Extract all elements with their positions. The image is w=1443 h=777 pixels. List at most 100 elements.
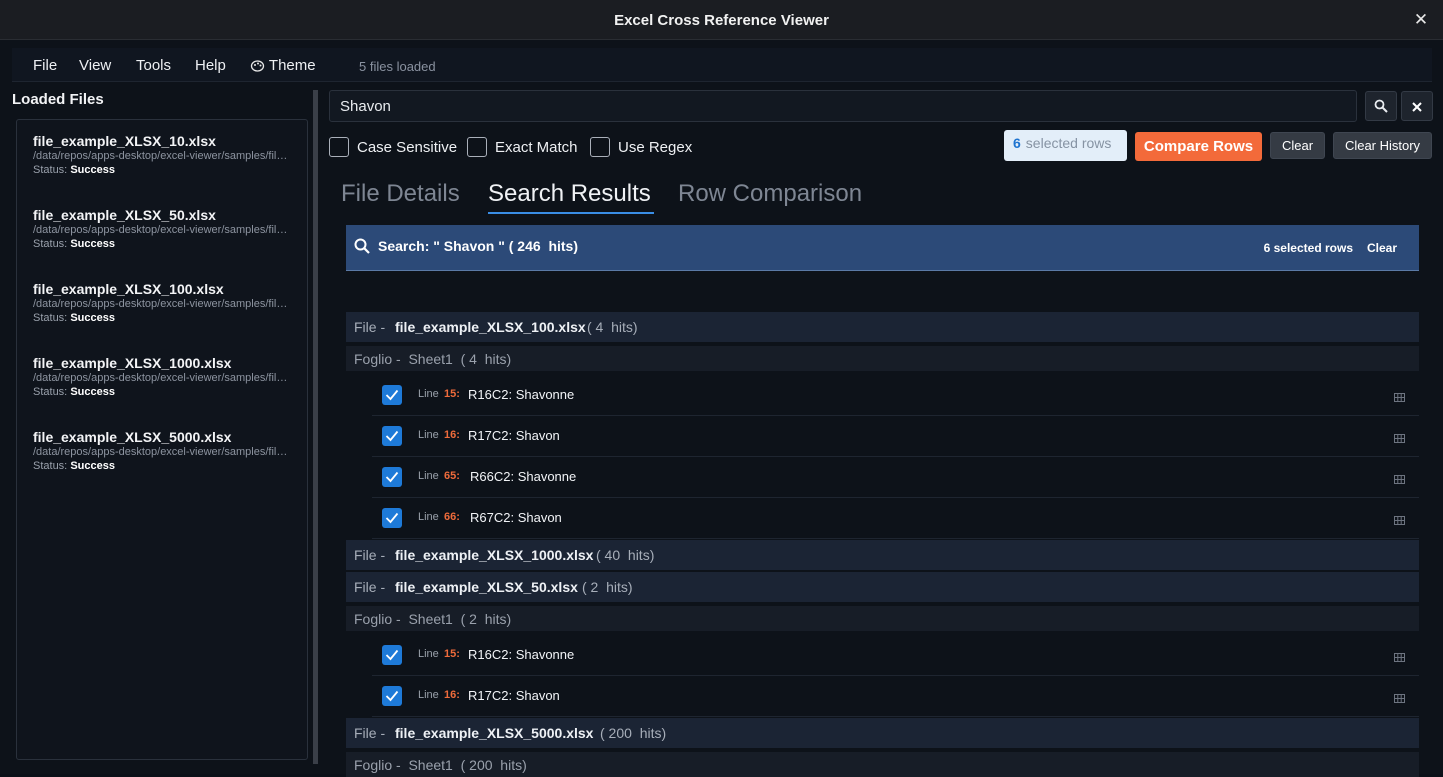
sheet-group-label: Foglio - Sheet1 ( 200 hits) bbox=[354, 757, 527, 773]
sidebar: Loaded Files file_example_XLSX_10.xlsx /… bbox=[0, 82, 312, 774]
row-checkbox[interactable] bbox=[382, 385, 402, 405]
checkbox-box bbox=[329, 137, 349, 157]
line-label: Line bbox=[418, 388, 439, 400]
row-checkbox[interactable] bbox=[382, 426, 402, 446]
check-icon bbox=[385, 471, 399, 483]
window-title: Excel Cross Reference Viewer bbox=[614, 12, 829, 29]
line-label: Line bbox=[418, 648, 439, 660]
result-line-row[interactable]: Line 66: R67C2: Shavon bbox=[372, 498, 1419, 539]
row-checkbox[interactable] bbox=[382, 686, 402, 706]
search-button[interactable] bbox=[1365, 91, 1397, 121]
file-group-name: file_example_XLSX_100.xlsx bbox=[395, 319, 586, 335]
file-group-hits: ( 4 hits) bbox=[587, 319, 638, 335]
clear-button[interactable]: Clear bbox=[1270, 132, 1325, 159]
cell-match: R66C2: Shavonne bbox=[470, 469, 577, 484]
search-icon bbox=[1374, 99, 1388, 113]
sheet-group-label: Foglio - Sheet1 ( 4 hits) bbox=[354, 351, 512, 367]
row-checkbox[interactable] bbox=[382, 508, 402, 528]
file-group-name: file_example_XLSX_50.xlsx bbox=[395, 579, 578, 595]
results-clear-button[interactable]: Clear bbox=[1367, 241, 1397, 255]
sheet-group-label: Foglio - Sheet1 ( 2 hits) bbox=[354, 611, 512, 627]
table-icon[interactable] bbox=[1394, 430, 1405, 448]
table-icon[interactable] bbox=[1394, 690, 1405, 708]
menu-theme[interactable]: Theme bbox=[250, 57, 316, 74]
file-group-header[interactable]: File - file_example_XLSX_5000.xlsx ( 200… bbox=[346, 718, 1419, 748]
close-icon bbox=[1412, 102, 1422, 112]
menu-bar: File View Tools Help Theme 5 files loade… bbox=[12, 48, 1432, 82]
tab-file-details[interactable]: File Details bbox=[341, 180, 460, 208]
use-regex-label: Use Regex bbox=[618, 139, 693, 156]
case-sensitive-checkbox[interactable]: Case Sensitive bbox=[329, 136, 459, 158]
file-item[interactable]: file_example_XLSX_100.xlsx /data/repos/a… bbox=[33, 281, 293, 324]
tab-search-results[interactable]: Search Results bbox=[488, 180, 651, 208]
title-bar: Excel Cross Reference Viewer ✕ bbox=[0, 0, 1443, 40]
check-icon bbox=[385, 430, 399, 442]
line-number: 66: bbox=[444, 511, 460, 523]
file-item[interactable]: file_example_XLSX_1000.xlsx /data/repos/… bbox=[33, 355, 293, 398]
cell-match: R16C2: Shavonne bbox=[468, 647, 575, 662]
file-group-header[interactable]: File - file_example_XLSX_50.xlsx ( 2 hit… bbox=[346, 572, 1419, 602]
cell-match: R17C2: Shavon bbox=[468, 688, 560, 703]
line-number: 65: bbox=[444, 470, 460, 482]
file-group-hits: ( 40 hits) bbox=[596, 547, 655, 563]
checkbox-box bbox=[467, 137, 487, 157]
clear-search-button[interactable] bbox=[1401, 91, 1433, 121]
file-path: /data/repos/apps-desktop/excel-viewer/sa… bbox=[33, 224, 291, 236]
line-number: 16: bbox=[444, 429, 460, 441]
check-icon bbox=[385, 389, 399, 401]
menu-view[interactable]: View bbox=[79, 57, 111, 74]
use-regex-checkbox[interactable]: Use Regex bbox=[590, 136, 693, 158]
file-item[interactable]: file_example_XLSX_10.xlsx /data/repos/ap… bbox=[33, 133, 293, 176]
file-item[interactable]: file_example_XLSX_5000.xlsx /data/repos/… bbox=[33, 429, 293, 472]
menu-tools[interactable]: Tools bbox=[136, 57, 171, 74]
table-icon[interactable] bbox=[1394, 471, 1405, 489]
compare-rows-button[interactable]: Compare Rows bbox=[1135, 132, 1262, 161]
file-group-name: file_example_XLSX_5000.xlsx bbox=[395, 725, 594, 741]
sheet-group-header[interactable]: Foglio - Sheet1 ( 4 hits) bbox=[346, 346, 1419, 371]
cell-match: R16C2: Shavonne bbox=[468, 387, 575, 402]
file-path: /data/repos/apps-desktop/excel-viewer/sa… bbox=[33, 150, 291, 162]
selected-count: 6 bbox=[1013, 135, 1021, 151]
file-prefix: File - bbox=[354, 725, 386, 741]
table-icon[interactable] bbox=[1394, 512, 1405, 530]
pane-splitter[interactable] bbox=[313, 90, 318, 764]
table-icon[interactable] bbox=[1394, 389, 1405, 407]
exact-match-label: Exact Match bbox=[495, 139, 578, 156]
file-item[interactable]: file_example_XLSX_50.xlsx /data/repos/ap… bbox=[33, 207, 293, 250]
cell-match: R17C2: Shavon bbox=[468, 428, 560, 443]
check-icon bbox=[385, 512, 399, 524]
file-group-header[interactable]: File - file_example_XLSX_1000.xlsx ( 40 … bbox=[346, 540, 1419, 570]
line-number: 15: bbox=[444, 388, 460, 400]
result-line-row[interactable]: Line 16: R17C2: Shavon bbox=[372, 416, 1419, 457]
file-list[interactable]: file_example_XLSX_10.xlsx /data/repos/ap… bbox=[16, 119, 308, 760]
active-tab-indicator bbox=[488, 212, 654, 214]
search-input-value: Shavon bbox=[340, 98, 391, 115]
result-line-row[interactable]: Line 65: R66C2: Shavonne bbox=[372, 457, 1419, 498]
sheet-group-header[interactable]: Foglio - Sheet1 ( 2 hits) bbox=[346, 606, 1419, 631]
search-input[interactable]: Shavon bbox=[329, 90, 1357, 122]
file-path: /data/repos/apps-desktop/excel-viewer/sa… bbox=[33, 298, 291, 310]
sheet-group-header[interactable]: Foglio - Sheet1 ( 200 hits) bbox=[346, 752, 1419, 777]
main-window: File View Tools Help Theme 5 files loade… bbox=[0, 40, 1443, 777]
result-line-row[interactable]: Line 15: R16C2: Shavonne bbox=[372, 375, 1419, 416]
files-loaded-status: 5 files loaded bbox=[359, 59, 436, 74]
file-status: Status: Success bbox=[33, 238, 115, 250]
result-line-row[interactable]: Line 15: R16C2: Shavonne bbox=[372, 635, 1419, 676]
selected-rows-badge: 6 selected rows bbox=[1004, 130, 1127, 161]
line-label: Line bbox=[418, 511, 439, 523]
results-selected-count: 6 selected rows bbox=[1263, 241, 1353, 255]
table-icon[interactable] bbox=[1394, 649, 1405, 667]
palette-icon bbox=[250, 60, 265, 72]
row-checkbox[interactable] bbox=[382, 467, 402, 487]
case-sensitive-label: Case Sensitive bbox=[357, 139, 458, 156]
tab-row-comparison[interactable]: Row Comparison bbox=[678, 180, 862, 208]
row-checkbox[interactable] bbox=[382, 645, 402, 665]
result-line-row[interactable]: Line 16: R17C2: Shavon bbox=[372, 676, 1419, 717]
menu-file[interactable]: File bbox=[33, 57, 57, 74]
clear-history-button[interactable]: Clear History bbox=[1333, 132, 1432, 159]
file-group-header[interactable]: File - file_example_XLSX_100.xlsx ( 4 hi… bbox=[346, 312, 1419, 342]
line-number: 15: bbox=[444, 648, 460, 660]
menu-help[interactable]: Help bbox=[195, 57, 226, 74]
exact-match-checkbox[interactable]: Exact Match bbox=[467, 136, 582, 158]
close-icon[interactable]: ✕ bbox=[1411, 10, 1431, 30]
